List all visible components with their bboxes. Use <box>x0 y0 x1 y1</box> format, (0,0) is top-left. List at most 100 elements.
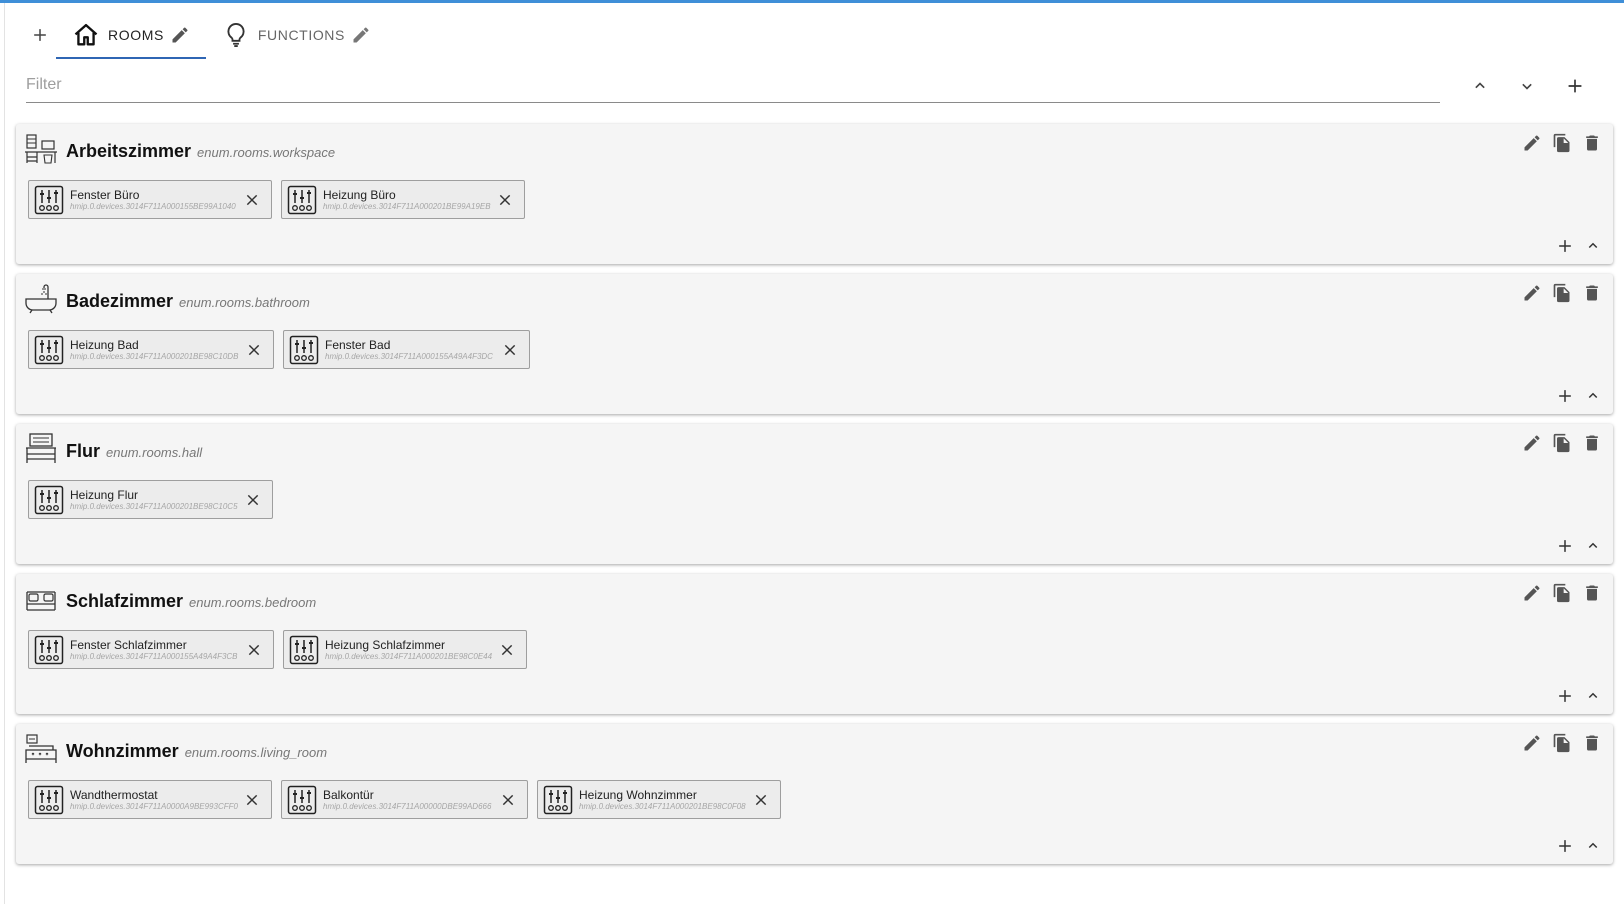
room-title: Arbeitszimmer enum.rooms.workspace <box>66 141 335 162</box>
collapse-room-button[interactable] <box>1579 384 1607 408</box>
add-member-button[interactable] <box>1551 234 1579 258</box>
copy-icon <box>1553 283 1570 303</box>
close-icon <box>248 344 260 356</box>
hall-icon <box>26 433 56 463</box>
edit-room-button[interactable] <box>1517 430 1547 456</box>
member-chips: Heizung Bad hmip.0.devices.3014F711A0002… <box>28 330 539 369</box>
remove-member-button[interactable] <box>499 339 521 361</box>
room-id: enum.rooms.living_room <box>184 745 328 760</box>
filter-input[interactable] <box>26 70 1440 100</box>
member-text: Fenster Büro hmip.0.devices.3014F711A000… <box>70 185 236 215</box>
member-chip[interactable]: Balkontür hmip.0.devices.3014F711A00000D… <box>281 780 528 819</box>
edit-room-button[interactable] <box>1517 130 1547 156</box>
pencil-icon <box>1524 585 1540 601</box>
close-icon <box>499 194 511 206</box>
copy-room-button[interactable] <box>1547 130 1577 156</box>
pencil-icon[interactable] <box>351 25 371 45</box>
room-name: Schlafzimmer <box>66 591 184 611</box>
device-icon <box>34 185 64 214</box>
remove-member-button[interactable] <box>496 639 518 661</box>
remove-member-button[interactable] <box>242 489 264 511</box>
device-icon <box>289 635 319 664</box>
remove-member-button[interactable] <box>494 189 516 211</box>
room-title: Schlafzimmer enum.rooms.bedroom <box>66 591 316 612</box>
tab-functions-label: FUNCTIONS <box>257 27 345 43</box>
edit-room-button[interactable] <box>1517 580 1547 606</box>
member-chip[interactable]: Heizung Büro hmip.0.devices.3014F711A000… <box>281 180 525 219</box>
lightbulb-icon <box>227 22 245 48</box>
member-chips: Wandthermostat hmip.0.devices.3014F711A0… <box>28 780 790 819</box>
collapse-room-button[interactable] <box>1579 234 1607 258</box>
member-chip[interactable]: Heizung Bad hmip.0.devices.3014F711A0002… <box>28 330 274 369</box>
member-id: hmip.0.devices.3014F711A000155A49A4F3CB <box>70 651 238 661</box>
delete-room-button[interactable] <box>1577 430 1607 456</box>
delete-room-button[interactable] <box>1577 580 1607 606</box>
close-icon <box>502 794 514 806</box>
delete-room-button[interactable] <box>1577 130 1607 156</box>
add-member-button[interactable] <box>1551 834 1579 858</box>
remove-member-button[interactable] <box>241 789 263 811</box>
device-icon <box>34 335 64 364</box>
member-chip[interactable]: Heizung Wohnzimmer hmip.0.devices.3014F7… <box>537 780 781 819</box>
copy-icon <box>1553 133 1570 153</box>
close-icon <box>755 794 767 806</box>
chevron-down-icon <box>1522 83 1532 90</box>
edit-room-button[interactable] <box>1517 280 1547 306</box>
pencil-icon[interactable] <box>170 25 190 45</box>
pencil-icon <box>1524 135 1540 151</box>
add-member-button[interactable] <box>1551 684 1579 708</box>
room-title: Badezimmer enum.rooms.bathroom <box>66 291 310 312</box>
remove-member-button[interactable] <box>497 789 519 811</box>
plus-icon <box>1559 390 1571 402</box>
chevron-up-icon <box>1588 392 1598 399</box>
member-name: Wandthermostat <box>70 787 158 802</box>
add-member-button[interactable] <box>1551 384 1579 408</box>
member-id: hmip.0.devices.3014F711A000155BE99A1040 <box>70 201 236 211</box>
collapse-room-button[interactable] <box>1579 534 1607 558</box>
copy-room-button[interactable] <box>1547 280 1577 306</box>
member-chip[interactable]: Heizung Schlafzimmer hmip.0.devices.3014… <box>283 630 527 669</box>
plus-icon <box>1568 79 1582 93</box>
tab-rooms[interactable]: ROOMS <box>56 13 206 59</box>
copy-room-button[interactable] <box>1547 580 1577 606</box>
collapse-room-button[interactable] <box>1579 684 1607 708</box>
member-chip[interactable]: Fenster Schlafzimmer hmip.0.devices.3014… <box>28 630 274 669</box>
add-tab-button[interactable] <box>24 19 56 51</box>
member-id: hmip.0.devices.3014F711A00000DBE99AD666 <box>323 801 492 811</box>
filter-field <box>26 70 1440 103</box>
close-icon <box>247 494 259 506</box>
remove-member-button[interactable] <box>243 339 265 361</box>
member-id: hmip.0.devices.3014F711A0000A9BE993CFF0 <box>70 801 238 811</box>
delete-room-button[interactable] <box>1577 730 1607 756</box>
delete-room-button[interactable] <box>1577 280 1607 306</box>
member-chip[interactable]: Heizung Flur hmip.0.devices.3014F711A000… <box>28 480 273 519</box>
room-footer-actions <box>1551 234 1607 258</box>
room-actions <box>1517 730 1607 756</box>
member-chip[interactable]: Fenster Büro hmip.0.devices.3014F711A000… <box>28 180 272 219</box>
tab-functions[interactable]: FUNCTIONS <box>206 13 387 57</box>
collapse-all-button[interactable] <box>1466 72 1494 100</box>
member-text: Heizung Wohnzimmer hmip.0.devices.3014F7… <box>579 785 746 815</box>
copy-room-button[interactable] <box>1547 730 1577 756</box>
close-icon <box>246 794 258 806</box>
member-text: Fenster Bad hmip.0.devices.3014F711A0001… <box>325 335 493 365</box>
room-list: Arbeitszimmer enum.rooms.workspace Fenst… <box>16 124 1613 874</box>
copy-room-button[interactable] <box>1547 430 1577 456</box>
member-name: Heizung Büro <box>323 187 396 202</box>
copy-icon <box>1553 733 1570 753</box>
expand-all-button[interactable] <box>1513 72 1541 100</box>
remove-member-button[interactable] <box>243 639 265 661</box>
room-id: enum.rooms.workspace <box>197 145 336 160</box>
edit-room-button[interactable] <box>1517 730 1547 756</box>
room-actions <box>1517 580 1607 606</box>
pencil-icon <box>1524 735 1540 751</box>
add-member-button[interactable] <box>1551 534 1579 558</box>
member-chip[interactable]: Fenster Bad hmip.0.devices.3014F711A0001… <box>283 330 530 369</box>
add-room-button[interactable] <box>1561 72 1589 100</box>
remove-member-button[interactable] <box>241 189 263 211</box>
remove-member-button[interactable] <box>750 789 772 811</box>
device-icon <box>289 335 319 364</box>
member-chip[interactable]: Wandthermostat hmip.0.devices.3014F711A0… <box>28 780 272 819</box>
collapse-room-button[interactable] <box>1579 834 1607 858</box>
chevron-up-icon <box>1588 542 1598 549</box>
